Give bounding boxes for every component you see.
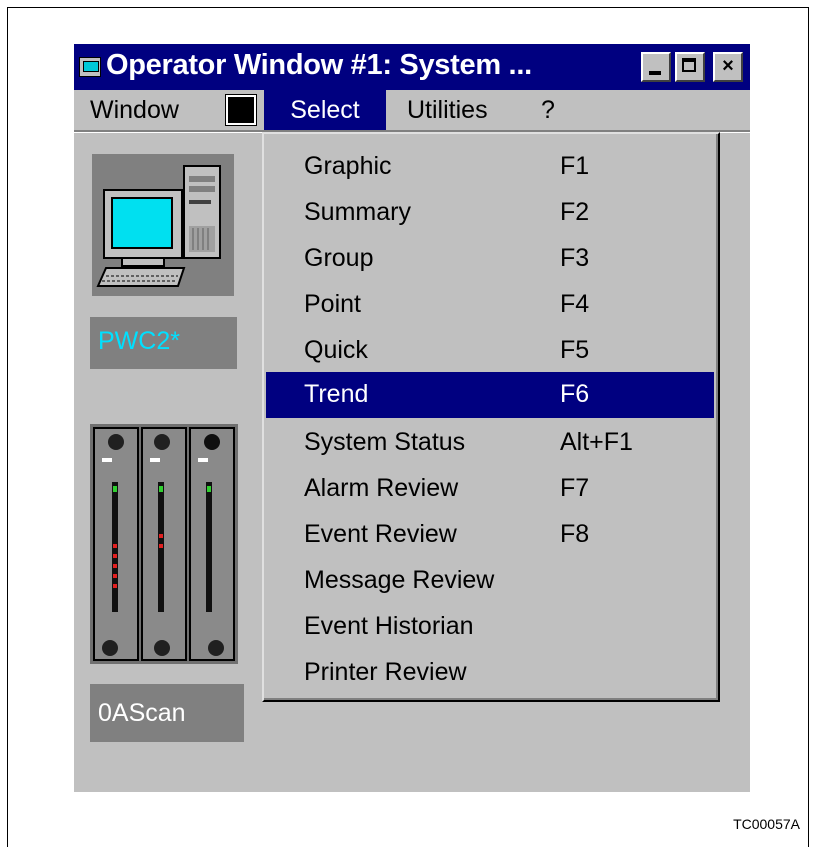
menu-item-label: Event Historian [304,612,474,640]
menu-utilities[interactable]: Utilities [407,90,488,130]
menu-select[interactable]: Select [264,90,386,130]
menu-item-shortcut: F5 [560,336,590,364]
menu-item-label: Point [304,290,361,318]
maximize-icon [682,58,696,72]
menu-bar: Window Select Utilities ? [74,90,750,130]
minimize-icon [649,71,661,75]
menu-item-trend[interactable]: Trend F6 [266,372,714,418]
window-title: Operator Window #1: System ... [106,49,532,81]
menu-item-label: Group [304,244,374,272]
menu-item-system-status[interactable]: System Status Alt+F1 [266,420,714,466]
menu-window[interactable]: Window [90,90,179,130]
menu-item-shortcut: F7 [560,474,590,502]
node-label[interactable]: PWC2* [90,317,237,369]
menu-item-label: Quick [304,336,368,364]
rack-modules-icon [90,424,238,664]
menu-item-group[interactable]: Group F3 [266,236,714,282]
scan-label[interactable]: 0AScan [90,684,244,742]
menu-item-label: Summary [304,198,411,226]
control-square-icon[interactable] [225,94,257,126]
menu-item-shortcut: F3 [560,244,590,272]
close-button[interactable]: × [713,52,743,82]
menu-item-message-review[interactable]: Message Review [266,558,714,604]
minimize-button[interactable] [641,52,671,82]
workstation-icon [96,165,221,287]
menu-item-label: Alarm Review [304,474,459,502]
rack-tile[interactable] [90,424,238,664]
menu-item-graphic[interactable]: Graphic F1 [266,144,714,190]
menu-item-label: Trend [304,380,369,408]
menu-item-summary[interactable]: Summary F2 [266,190,714,236]
menu-item-shortcut: F6 [560,380,590,408]
menu-item-shortcut: F4 [560,290,590,318]
menu-item-label: Message Review [304,566,495,594]
workstation-tile[interactable] [92,154,234,296]
close-icon: × [722,55,734,77]
menu-item-event-review[interactable]: Event Review F8 [266,512,714,558]
figure-id: TC00057A [733,816,800,832]
menu-item-label: Graphic [304,152,392,180]
select-dropdown-menu: Graphic F1 Summary F2 Group F3 Point F4 … [262,132,720,702]
maximize-button[interactable] [675,52,705,82]
menu-item-point[interactable]: Point F4 [266,282,714,328]
menu-item-shortcut: F2 [560,198,590,226]
operator-window: Operator Window #1: System ... × Window … [74,44,750,792]
menu-item-alarm-review[interactable]: Alarm Review F7 [266,466,714,512]
menu-item-event-historian[interactable]: Event Historian [266,604,714,650]
menu-item-quick[interactable]: Quick F5 [266,328,714,374]
menu-item-label: Printer Review [304,658,467,686]
menu-item-label: System Status [304,428,466,456]
menu-item-shortcut: F1 [560,152,590,180]
title-bar[interactable]: Operator Window #1: System ... × [74,44,750,90]
menu-help[interactable]: ? [541,90,555,130]
menu-item-printer-review[interactable]: Printer Review [266,650,714,696]
menu-item-shortcut: Alt+F1 [560,428,633,456]
app-monitor-icon[interactable] [79,57,101,77]
menu-item-label: Event Review [304,520,457,548]
menu-item-shortcut: F8 [560,520,590,548]
